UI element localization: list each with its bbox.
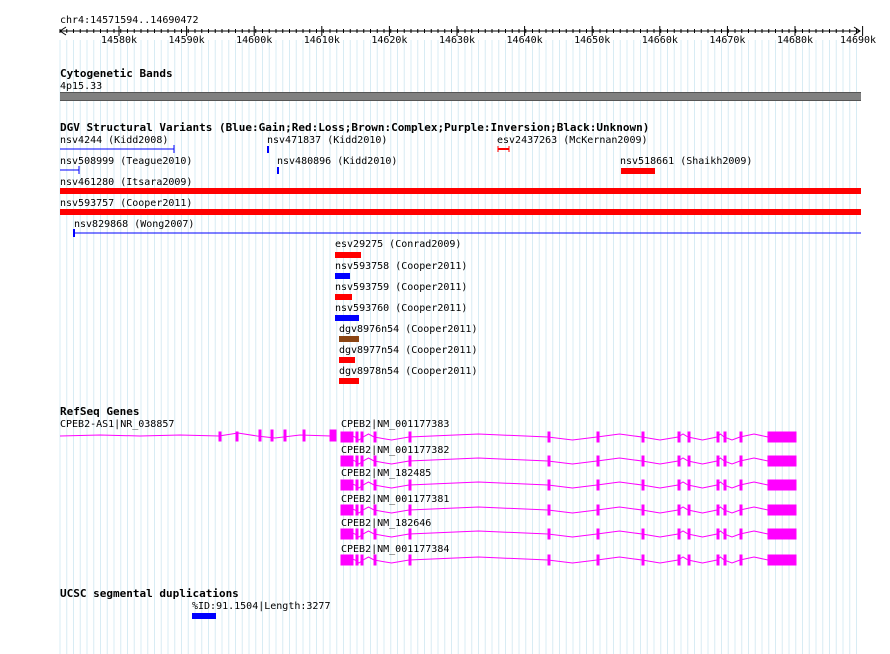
cpeb2-transcript-model [340,504,797,516]
cpeb2-as1-model[interactable] [59,429,337,442]
cpeb2-transcript-model [340,528,797,540]
segdup-title: UCSC segmental duplications [60,587,239,600]
cpeb2-transcript-model [340,455,797,467]
cpeb2-transcript-model [340,479,797,491]
cpeb2-transcript-model [340,554,797,566]
cpeb2-transcript-model [340,431,797,443]
segdup-bar[interactable] [192,613,216,619]
refseq-gene-models[interactable] [0,0,890,654]
segdup-label: %ID:91.1504|Length:3277 [192,601,331,612]
